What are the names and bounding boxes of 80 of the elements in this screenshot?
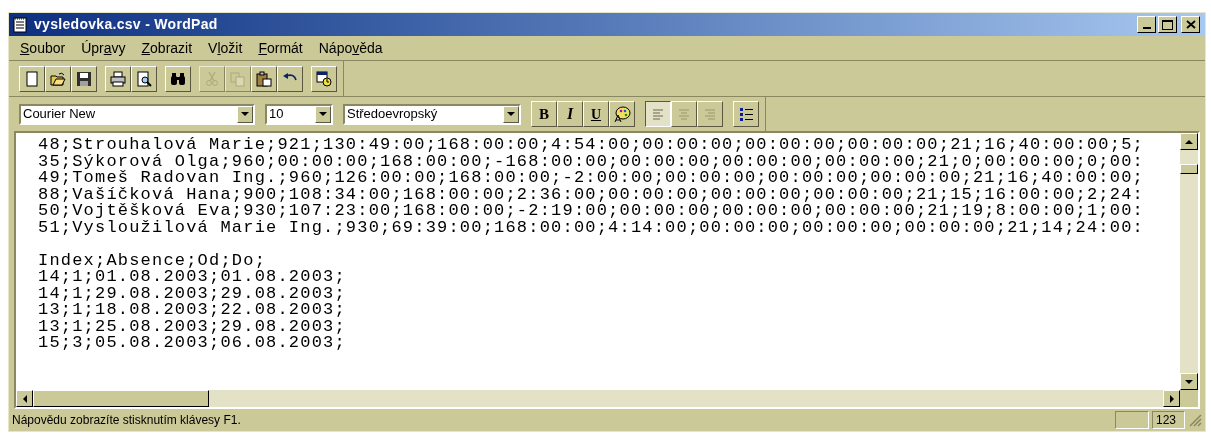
color-button[interactable] (609, 101, 635, 127)
menu-item[interactable]: Vložit (208, 37, 243, 59)
status-text: Nápovědu zobrazíte stisknutím klávesy F1. (12, 412, 242, 429)
calendar-clock-icon (316, 70, 332, 87)
text-line: 51;Vysloužilová Marie Ing.;930;69:39:00;168:00:00;4:14:00;00:00:00;00:00:00;00:00:00;21;14;24:00: (38, 219, 1145, 236)
scroll-left-button[interactable] (16, 390, 33, 407)
dropdown-arrow-icon (507, 112, 515, 116)
font-size-dropdown[interactable]: 10 (265, 103, 333, 125)
scroll-right-button[interactable] (1163, 390, 1180, 407)
text-line: 13;1;25.08.2003;29.08.2003; (38, 318, 347, 335)
close-button[interactable] (1181, 16, 1200, 33)
scroll-down-button[interactable] (1180, 373, 1198, 390)
text-line: 49;Tomeš Radovan Ing.;960;126:00:00;168:00:00;-2:00:00;00:00:00;00:00:00;00:00:00;21;16;40:00:00; (38, 170, 1145, 187)
open-folder-button[interactable] (45, 65, 71, 92)
maximize-button[interactable] (1158, 16, 1177, 33)
menu-item[interactable]: Soubor (20, 37, 66, 59)
vertical-scrollbar[interactable] (1180, 133, 1198, 390)
binoculars-button[interactable] (165, 65, 191, 92)
text-line: 88;Vašíčková Hana;900;108:34:00;168:00:00;2:36:00;00:00:00;00:00:00;00:00:00;21;15;16:00:00;2;24: (38, 186, 1145, 203)
open-folder-icon (50, 70, 66, 87)
scroll-thumb[interactable] (33, 390, 209, 407)
text-line: 14;1;01.08.2003;01.08.2003; (38, 269, 347, 286)
dropdown-arrow-icon (319, 112, 327, 116)
minimize-icon (1142, 27, 1151, 29)
font-dropdown[interactable]: Courier New (19, 103, 255, 125)
clipboard-icon (256, 70, 272, 87)
menu-item[interactable]: Zobrazit (141, 37, 193, 59)
text-line: 15;3;05.08.2003;06.08.2003; (38, 335, 347, 352)
minimize-button[interactable] (1137, 16, 1156, 33)
text-line: 50;Vojtěšková Eva;930;107:23:00;168:00:00;-2:19:00;00:00:00;00:00:00;00:00:00;21;19;8:00:00;1;00: (38, 203, 1145, 220)
document-area[interactable] (16, 133, 1180, 390)
menu-item[interactable]: Nápověda (318, 37, 383, 59)
text-line: 14;1;29.08.2003;29.08.2003; (38, 285, 347, 302)
bullets-button[interactable] (733, 101, 759, 127)
printer-icon (110, 70, 126, 87)
menu-item[interactable]: Formát (258, 37, 303, 59)
close-icon (1185, 20, 1196, 29)
underline-button[interactable]: U (583, 101, 609, 127)
print-preview-button[interactable] (131, 65, 157, 92)
calendar-clock-button[interactable] (311, 65, 337, 92)
text-line: 13;1;18.08.2003;22.08.2003; (38, 302, 347, 319)
align-lines-icon (702, 106, 718, 122)
text-line: 35;Sýkorová Olga;960;00:00:00;168:00:00;-168:00:00;00:00:00;00:00:00;00:00:00;21;0;00:00:00;0;00: (38, 153, 1145, 170)
status-panel (1115, 411, 1149, 429)
text-line: Index;Absence;Od;Do; (38, 252, 268, 269)
align-left-button[interactable] (645, 101, 671, 127)
left-arrow-icon (22, 394, 27, 403)
script-dropdown[interactable]: Středoevropský (343, 103, 521, 125)
window-title: vysledovka.csv - WordPad (34, 15, 219, 34)
text-line: 48;Strouhalová Marie;921;130:49:00;168:00:00;4:54:00;00:00:00;00:00:00;00:00:00;21;16;40:00:00;5; (38, 137, 1145, 154)
align-lines-icon (650, 106, 666, 122)
down-arrow-icon (1185, 379, 1193, 384)
bold-button[interactable]: B (531, 101, 557, 127)
align-center-button[interactable] (671, 101, 697, 127)
horizontal-scrollbar[interactable] (16, 390, 1180, 407)
palette-icon (613, 105, 631, 123)
up-arrow-icon (1185, 139, 1193, 144)
italic-button[interactable]: I (557, 101, 583, 127)
undo-arrow-button[interactable] (277, 65, 303, 92)
floppy-disk-button[interactable] (71, 65, 97, 92)
menu-item[interactable]: Úpravy (81, 37, 126, 59)
copy-icon (230, 70, 246, 87)
resize-grip-icon[interactable] (1188, 413, 1202, 427)
clipboard-button[interactable] (251, 65, 277, 92)
dropdown-arrow-icon (241, 112, 249, 116)
binoculars-icon (170, 70, 186, 87)
print-preview-icon (136, 70, 152, 87)
right-arrow-icon (1169, 394, 1174, 403)
status-panel: 123 (1152, 411, 1185, 429)
align-right-button[interactable] (697, 101, 723, 127)
notepad-icon (12, 16, 28, 33)
scroll-up-button[interactable] (1180, 133, 1198, 150)
new-document-button[interactable] (19, 65, 45, 92)
new-document-icon (24, 70, 40, 87)
scroll-thumb[interactable] (1180, 164, 1198, 174)
bullet-list-icon (738, 106, 754, 122)
scissors-icon (204, 70, 220, 87)
align-lines-icon (676, 106, 692, 122)
maximize-icon (1162, 19, 1173, 30)
printer-button[interactable] (105, 65, 131, 92)
